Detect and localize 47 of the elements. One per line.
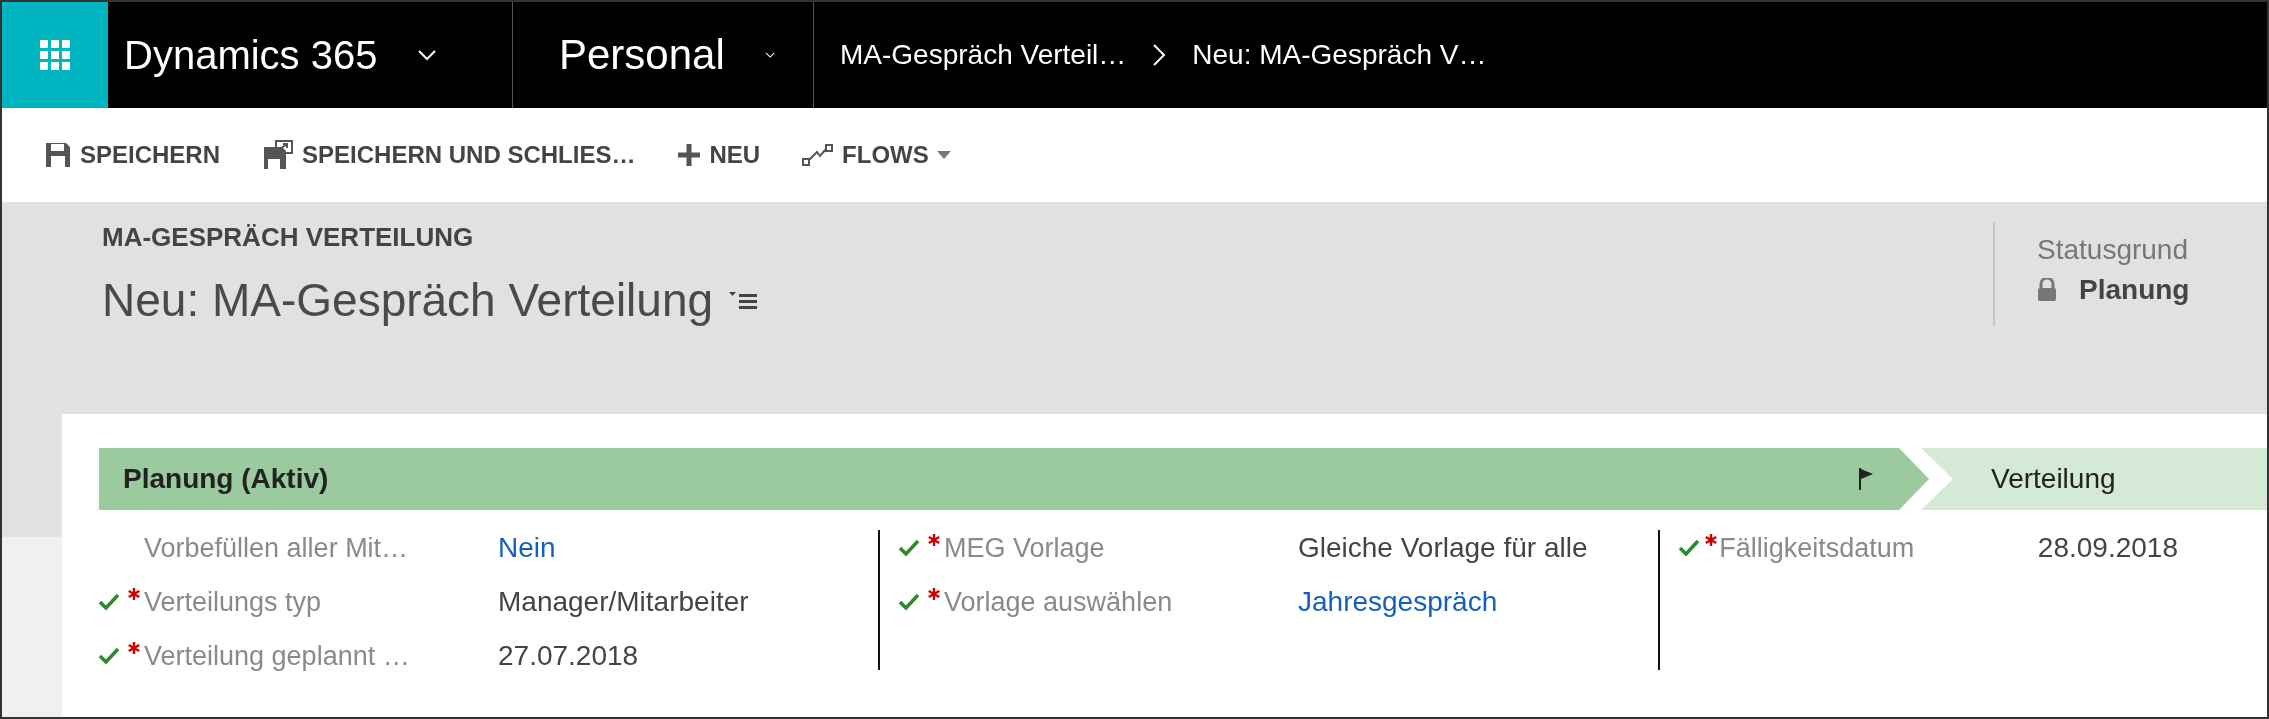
breadcrumb-link[interactable]: Neu: MA-Gespräch V… bbox=[1166, 39, 1513, 71]
field-label: Verteilungs typ bbox=[144, 586, 323, 618]
field-label: Verteilung geplannt … bbox=[144, 640, 411, 672]
field-value-link[interactable]: Jahresgespräch bbox=[1278, 586, 1498, 618]
field-value-link[interactable]: Nein bbox=[478, 532, 556, 564]
required-asterisk-icon bbox=[128, 642, 140, 654]
breadcrumb-link[interactable]: MA-Gespräch Verteil… bbox=[814, 39, 1153, 71]
caret-down-icon bbox=[936, 151, 951, 159]
required-asterisk-icon bbox=[928, 534, 940, 546]
checkmark-icon bbox=[898, 593, 920, 611]
toolbar-button[interactable]: NEU bbox=[671, 137, 767, 173]
chevron-right-icon bbox=[1152, 43, 1167, 67]
plus-icon bbox=[677, 143, 702, 167]
save-icon bbox=[44, 141, 72, 169]
field-label: Fälligkeitsdatum bbox=[1719, 532, 1916, 564]
checkmark-icon bbox=[98, 593, 120, 611]
form-menu-icon[interactable] bbox=[729, 290, 760, 310]
required-asterisk-icon bbox=[128, 588, 140, 600]
process-stage[interactable]: Verteilung bbox=[1921, 448, 2267, 510]
toolbar-button[interactable]: SPEICHERN bbox=[38, 137, 227, 173]
checkmark-icon bbox=[898, 539, 920, 557]
field-value: Manager/Mitarbeiter bbox=[497, 586, 749, 618]
status-value: Planung bbox=[2079, 274, 2190, 306]
checkmark-icon bbox=[98, 647, 120, 665]
toolbar-button[interactable]: FLOWS bbox=[796, 137, 957, 173]
field-label: Vorbefüllen aller Mit… bbox=[144, 532, 410, 564]
required-asterisk-icon bbox=[928, 588, 940, 600]
chevron-down-icon bbox=[417, 49, 438, 61]
area-switcher[interactable]: Personal bbox=[513, 2, 813, 108]
field-value: Gleiche Vorlage für alle bbox=[1297, 532, 1588, 564]
checkmark-icon bbox=[1678, 539, 1700, 557]
flow-icon bbox=[802, 143, 835, 167]
field-label: MEG Vorlage bbox=[944, 532, 1106, 564]
field-value: 28.09.2018 bbox=[2036, 532, 2178, 564]
entity-name: MA-GESPRÄCH VERTEILUNG bbox=[102, 222, 475, 253]
process-stage[interactable]: Planung (Aktiv) bbox=[99, 448, 1929, 510]
toolbar-button[interactable]: SPEICHERN UND SCHLIES… bbox=[256, 135, 642, 175]
status-label: Statusgrund bbox=[2037, 234, 2189, 266]
flag-icon bbox=[1858, 467, 1874, 491]
field-value: 27.07.2018 bbox=[497, 640, 639, 672]
record-title: Neu: MA-Gespräch Verteilung bbox=[102, 273, 714, 327]
lock-icon bbox=[2037, 278, 2057, 302]
required-asterisk-icon bbox=[1704, 534, 1717, 546]
save-close-icon bbox=[262, 139, 295, 171]
app-switcher[interactable]: Dynamics 365 bbox=[108, 2, 512, 108]
grid-icon bbox=[40, 40, 70, 70]
field-label: Vorlage auswählen bbox=[944, 586, 1174, 618]
